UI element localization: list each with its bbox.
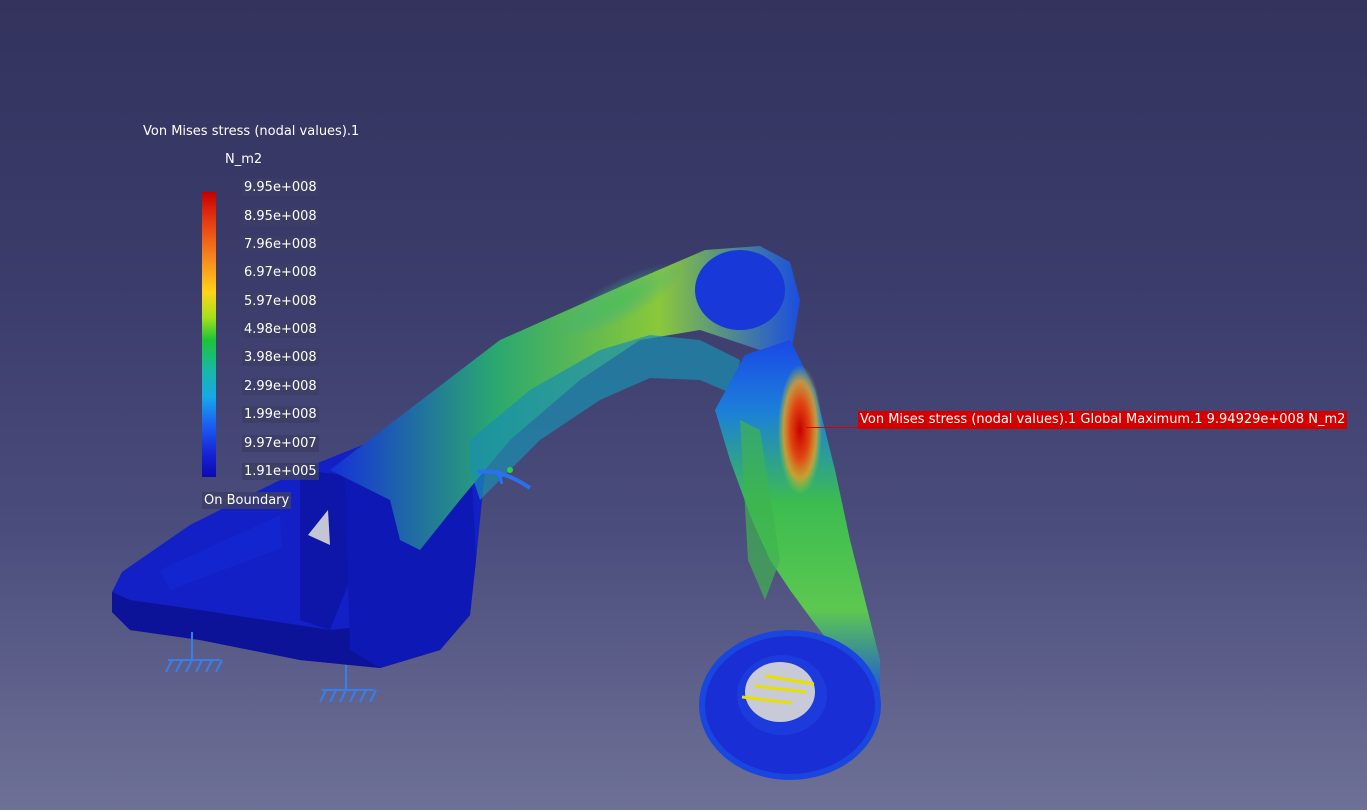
legend-value: 9.95e+008 <box>242 179 319 196</box>
legend-value: 3.98e+008 <box>242 349 319 366</box>
legend-unit: N_m2 <box>225 152 263 167</box>
global-maximum-callout[interactable]: Von Mises stress (nodal values).1 Global… <box>858 411 1348 429</box>
legend-value: 2.99e+008 <box>242 378 319 395</box>
legend-title: Von Mises stress (nodal values).1 <box>143 124 360 139</box>
legend-value: 1.91e+005 <box>242 463 319 480</box>
part-bottom-eye[interactable] <box>699 630 881 780</box>
clamp-restraint-icon <box>319 665 377 703</box>
legend-value: 1.99e+008 <box>242 406 319 423</box>
legend-color-bar[interactable] <box>202 192 216 477</box>
legend-value: 6.97e+008 <box>242 264 319 281</box>
legend-value: 5.97e+008 <box>242 293 319 310</box>
3d-viewport[interactable]: Von Mises stress (nodal values).1 N_m2 9… <box>0 0 1367 810</box>
legend-value: 7.96e+008 <box>242 236 319 253</box>
legend-value: 4.98e+008 <box>242 321 319 338</box>
legend-value: 9.97e+007 <box>242 435 319 452</box>
callout-leader-line <box>806 427 858 428</box>
boundary-label: On Boundary <box>202 492 292 509</box>
legend-value: 8.95e+008 <box>242 208 319 225</box>
